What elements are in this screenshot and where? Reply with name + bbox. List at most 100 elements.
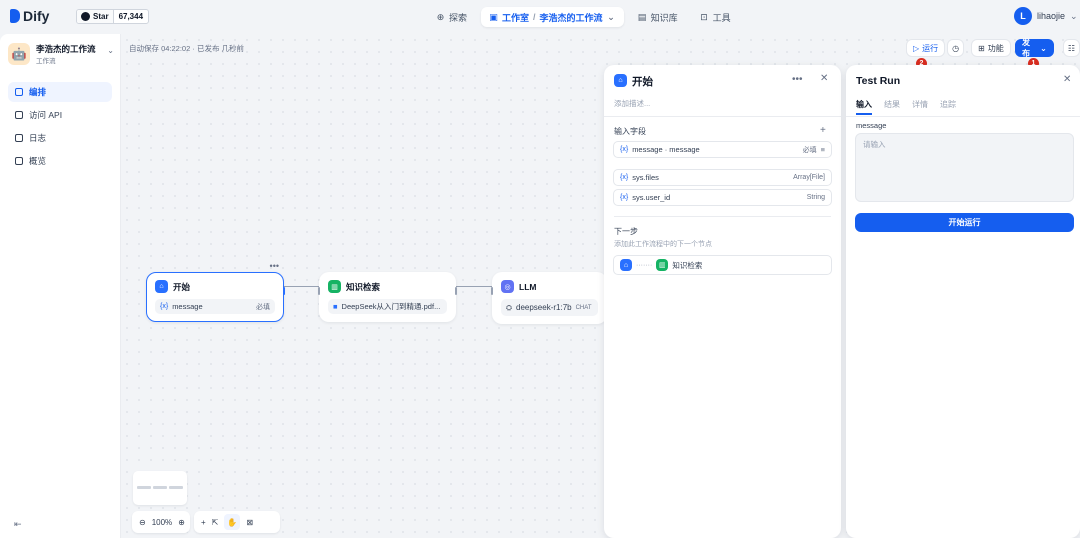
github-star-button[interactable]: Star 67,344	[76, 9, 150, 24]
input-handle[interactable]	[491, 287, 493, 295]
autosave-status: 自动保存 04:22:02 · 已发布 几秒前	[129, 44, 245, 53]
github-star-count: 67,344	[118, 12, 144, 21]
zoom-level[interactable]: 100%	[152, 518, 172, 527]
app-switcher[interactable]: 🤖 李浩杰的工作流 工作流 ⌄	[8, 42, 114, 66]
next-step-label: 下一步	[614, 227, 638, 236]
nav-knowledge[interactable]: ▤ 知识库	[630, 7, 686, 27]
run-button[interactable]: ▷ 运行	[906, 39, 946, 57]
publish-button[interactable]: 发布 ⌄	[1015, 38, 1054, 58]
history-button[interactable]: ◷	[947, 39, 965, 57]
field-required: 必填	[802, 146, 817, 154]
required-tag: 必填	[256, 303, 270, 311]
features-button[interactable]: ⊞ 功能	[971, 39, 1011, 57]
avatar: L	[1014, 7, 1032, 25]
minimap[interactable]	[133, 471, 187, 505]
main-nav: ⊕ 探索 ▣ 工作室 / 李浩杰的工作流 ⌄ ▤ 知识库 ⊡ 工具	[428, 7, 739, 27]
field-message[interactable]: {x} message · message 必填 ≡	[613, 141, 832, 158]
sidebar-item-api[interactable]: 访问 API	[8, 105, 112, 125]
api-icon	[15, 111, 23, 119]
zoom-in-icon[interactable]: ⊕	[178, 518, 185, 527]
drag-icon[interactable]: ≡	[821, 145, 825, 154]
history-icon: ◷	[952, 43, 960, 53]
tab-input[interactable]: 输入	[856, 99, 872, 115]
nav-studio[interactable]: ▣ 工作室 / 李浩杰的工作流 ⌄	[481, 7, 624, 27]
divider	[846, 116, 1080, 117]
message-field-label: message	[856, 121, 887, 130]
add-field-icon[interactable]: +	[820, 125, 826, 136]
tab-tracing[interactable]: 追踪	[940, 99, 956, 110]
sidebar-item-label: 访问 API	[29, 110, 63, 120]
close-icon[interactable]: ✕	[820, 73, 828, 84]
canvas-tools: + ⇱ ✋ ⊠	[194, 511, 280, 533]
knowledge-icon: ▥	[656, 259, 669, 271]
variable-icon: {x}	[160, 303, 169, 310]
node-knowledge-retrieval[interactable]: ▥ 知识检索 ■ DeepSeek从入门到精通.pdf...	[318, 272, 457, 322]
app-avatar-icon: 🤖	[8, 43, 30, 65]
node-start[interactable]: ••• ⌂ 开始 {x} message 必填	[146, 261, 285, 322]
hand-icon[interactable]: ✋	[224, 514, 241, 530]
chevron-down-icon: ⌄	[1040, 43, 1047, 53]
nav-explore[interactable]: ⊕ 探索	[428, 7, 475, 27]
node-knowledge-dataset: ■ DeepSeek从入门到精通.pdf...	[328, 299, 447, 314]
field-type: String	[806, 194, 825, 201]
checklist-icon: ☷	[1067, 43, 1075, 53]
field-name: sys.user_id	[632, 193, 671, 202]
user-menu[interactable]: L lihaojie ⌄	[1014, 7, 1078, 25]
nav-app-name[interactable]: 李浩杰的工作流	[540, 11, 603, 24]
compass-icon: ⊕	[436, 11, 445, 22]
divider	[604, 116, 841, 117]
book-icon: ▤	[637, 11, 647, 22]
input-fields-label: 输入字段	[614, 127, 646, 136]
connector-line: ·······	[636, 261, 653, 269]
sidebar-item-logs[interactable]: 日志	[8, 128, 112, 148]
test-run-panel: Test Run ✕ 输入 结果 详情 追踪 message 请输入 开始运行	[846, 65, 1080, 538]
field-name: sys.files	[632, 173, 659, 182]
close-icon[interactable]: ✕	[1063, 74, 1071, 85]
model-icon: ⛭	[506, 302, 512, 312]
pointer-icon[interactable]: ⇱	[212, 518, 219, 527]
next-step-connector[interactable]: ⌂ ······· ▥ 知识检索	[613, 255, 832, 275]
node-llm[interactable]: ◎ LLM ⛭ deepseek-r1:7b CHAT	[491, 272, 607, 324]
nav-tools[interactable]: ⊡ 工具	[692, 7, 739, 27]
sidebar-menu: 编排 访问 API 日志 概览	[8, 82, 112, 174]
zoom-out-icon[interactable]: ⊖	[139, 518, 146, 527]
checklist-button[interactable]: ☷	[1062, 39, 1080, 57]
message-input[interactable]: 请输入	[855, 133, 1074, 202]
workflow-canvas[interactable]: 自动保存 04:22:02 · 已发布 几秒前 ▷ 运行 ◷ 2 ⊞ 功能 发布…	[121, 34, 1080, 538]
minimap-node	[153, 486, 167, 489]
grid-icon: ⊞	[978, 43, 985, 53]
field-sys-files: {x} sys.files Array[File]	[613, 169, 832, 186]
nav-explore-label: 探索	[449, 12, 468, 23]
dify-logo[interactable]: Dify	[10, 8, 49, 24]
input-handle[interactable]	[318, 287, 320, 295]
next-step-desc: 添加此工作流程中的下一个节点	[614, 241, 712, 248]
tab-result[interactable]: 结果	[884, 99, 900, 110]
sidebar-item-overview[interactable]: 概览	[8, 151, 112, 171]
collapse-sidebar-icon[interactable]: ⇤	[14, 519, 22, 530]
github-icon	[81, 12, 90, 21]
test-run-title: Test Run	[856, 75, 901, 87]
organize-icon[interactable]: ⊠	[246, 518, 253, 527]
more-icon[interactable]: •••	[270, 261, 279, 271]
nav-separator: /	[533, 12, 536, 22]
home-icon: ⌂	[614, 74, 627, 87]
output-handle[interactable]	[455, 287, 457, 295]
more-icon[interactable]: •••	[792, 74, 803, 85]
chevron-down-icon: ⌄	[1070, 10, 1078, 21]
output-handle[interactable]	[283, 287, 285, 295]
node-llm-model: ⛭ deepseek-r1:7b CHAT	[501, 299, 598, 316]
node-knowledge-title: 知识检索	[346, 281, 381, 292]
field-type: Array[File]	[793, 174, 825, 181]
add-node-icon[interactable]: +	[201, 518, 206, 527]
start-run-button[interactable]: 开始运行	[855, 213, 1074, 232]
test-run-tabs: 输入 结果 详情 追踪	[856, 99, 956, 115]
description-input[interactable]: 添加描述...	[614, 98, 650, 109]
sidebar-item-orchestrate[interactable]: 编排	[8, 82, 112, 102]
features-label: 功能	[987, 43, 1004, 53]
run-label: 运行	[922, 43, 939, 53]
start-node-panel: ⌂ 开始 ••• ✕ 添加描述... 输入字段 + {x} message · …	[604, 65, 841, 538]
publish-group: 发布 ⌄ ☷	[1015, 38, 1080, 58]
github-star-text: Star	[93, 12, 109, 21]
tab-detail[interactable]: 详情	[912, 99, 928, 110]
top-bar: Dify Star 67,344 ⊕ 探索 ▣ 工作室 / 李浩杰的工作流 ⌄ …	[0, 0, 1080, 34]
